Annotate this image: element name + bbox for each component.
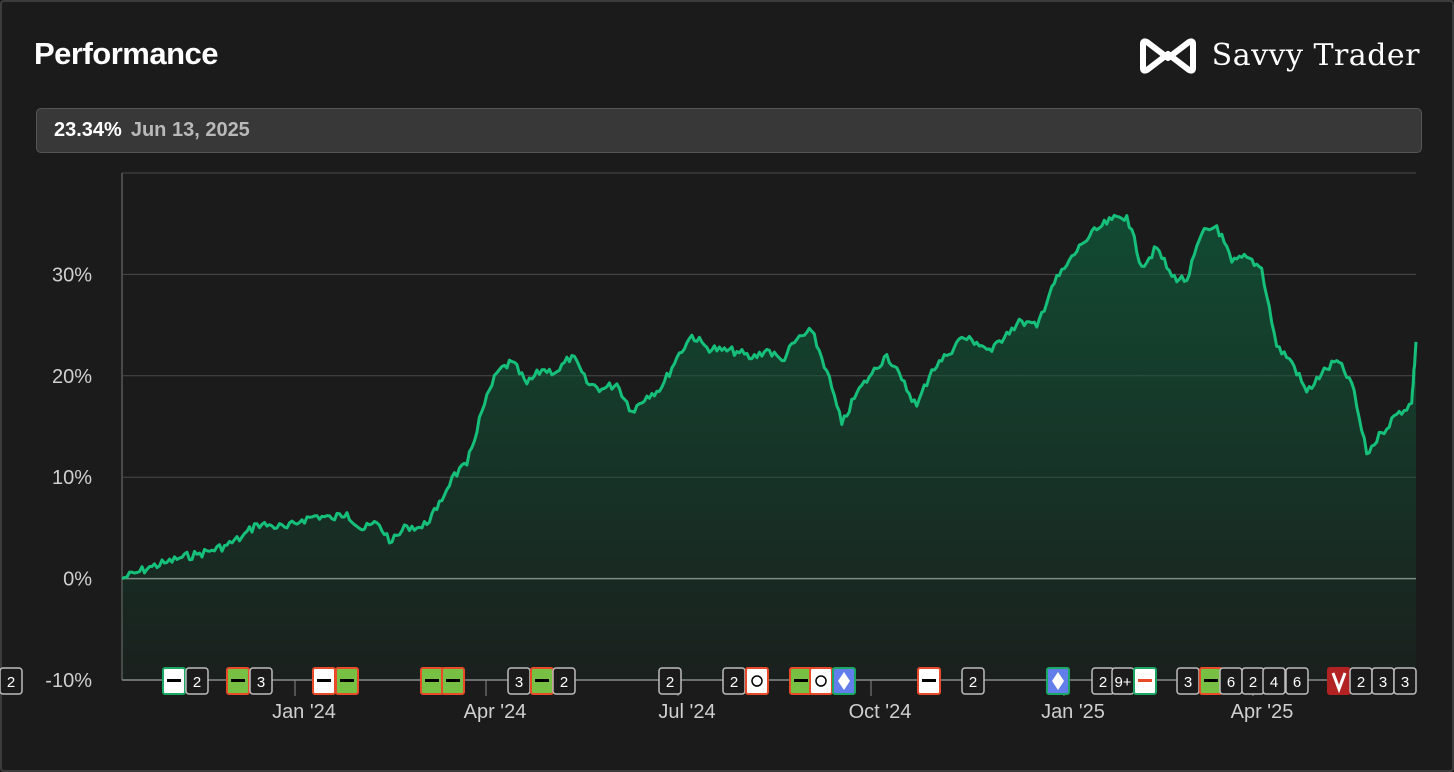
marker-count: 2 xyxy=(969,674,977,691)
marker-count: 2 xyxy=(1249,674,1257,691)
x-tick-label: Apr '24 xyxy=(464,701,527,723)
event-marker[interactable]: 2 xyxy=(1241,667,1265,695)
performance-area xyxy=(122,215,1416,681)
event-marker[interactable] xyxy=(809,667,833,695)
circle-logo-icon xyxy=(745,667,769,695)
logo-glyph xyxy=(535,679,549,682)
event-marker[interactable]: 2 xyxy=(658,667,682,695)
y-tick-label: 20% xyxy=(52,366,92,388)
logo-glyph xyxy=(1204,679,1218,682)
marker-count: 2 xyxy=(7,674,15,691)
circle-logo-icon xyxy=(809,667,833,695)
logo-glyph xyxy=(446,679,460,682)
event-marker[interactable]: 2 xyxy=(1349,667,1373,695)
y-axis-ticks: -10% 0% 10% 20% 30% xyxy=(45,264,92,692)
logo-glyph xyxy=(922,679,936,682)
performance-chart[interactable]: -10% 0% 10% 20% 30% Jan '24 Apr '24 Jul '24 Oct… xyxy=(0,0,1454,772)
marker-count: 3 xyxy=(1184,674,1192,691)
event-marker[interactable] xyxy=(312,667,336,695)
logo-glyph xyxy=(340,679,354,682)
marker-count: 6 xyxy=(1293,674,1301,691)
event-marker[interactable] xyxy=(789,667,813,695)
y-tick-label: -10% xyxy=(45,670,92,692)
x-tick-label: Oct '24 xyxy=(849,701,912,723)
event-marker[interactable]: 2 xyxy=(1091,667,1115,695)
marker-count: 2 xyxy=(730,674,738,691)
event-marker[interactable]: 6 xyxy=(1199,667,1243,695)
event-marker[interactable]: 9+ xyxy=(1111,667,1135,695)
x-tick-label: Jan '24 xyxy=(272,701,336,723)
marker-count: 3 xyxy=(1379,674,1387,691)
marker-count: 2 xyxy=(193,674,201,691)
logo-glyph xyxy=(231,679,245,682)
marker-count: 3 xyxy=(257,674,265,691)
event-marker[interactable] xyxy=(420,667,444,695)
logo-glyph xyxy=(1138,679,1152,682)
event-marker[interactable]: 3 xyxy=(1371,667,1395,695)
event-marker[interactable] xyxy=(1046,667,1070,695)
marker-count: 3 xyxy=(1401,674,1409,691)
x-tick-label: Jan '25 xyxy=(1041,701,1105,723)
event-marker[interactable]: 2 xyxy=(162,667,209,695)
marker-count: 4 xyxy=(1270,674,1278,691)
marker-count: 2 xyxy=(666,674,674,691)
event-marker[interactable] xyxy=(832,667,856,695)
marker-count: 2 xyxy=(1099,674,1107,691)
marker-count: 2 xyxy=(1357,674,1365,691)
y-tick-label: 0% xyxy=(63,569,92,591)
x-tick-label: Apr '25 xyxy=(1231,701,1294,723)
marker-count: 3 xyxy=(515,674,523,691)
event-marker[interactable]: 4 xyxy=(1262,667,1286,695)
event-marker[interactable]: 2 xyxy=(530,667,576,695)
marker-count: 6 xyxy=(1227,674,1235,691)
logo-glyph xyxy=(425,679,439,682)
event-marker[interactable] xyxy=(745,667,769,695)
x-tick-label: Jul '24 xyxy=(658,701,715,723)
event-marker[interactable] xyxy=(1327,667,1351,695)
event-marker[interactable] xyxy=(335,667,359,695)
event-marker[interactable]: 2 xyxy=(961,667,985,695)
marker-count: 9+ xyxy=(1114,674,1131,691)
event-marker[interactable]: 2 xyxy=(0,667,23,695)
event-marker[interactable]: 2 xyxy=(722,667,746,695)
y-tick-label: 30% xyxy=(52,264,92,286)
event-marker[interactable] xyxy=(917,667,941,695)
event-marker[interactable]: 3 xyxy=(226,667,273,695)
marker-count: 2 xyxy=(560,674,568,691)
logo-glyph xyxy=(317,679,331,682)
y-tick-label: 10% xyxy=(52,467,92,489)
event-marker[interactable]: 3 xyxy=(1393,667,1417,695)
logo-glyph xyxy=(167,679,181,682)
event-marker[interactable]: 6 xyxy=(1285,667,1309,695)
logo-glyph xyxy=(794,679,808,682)
